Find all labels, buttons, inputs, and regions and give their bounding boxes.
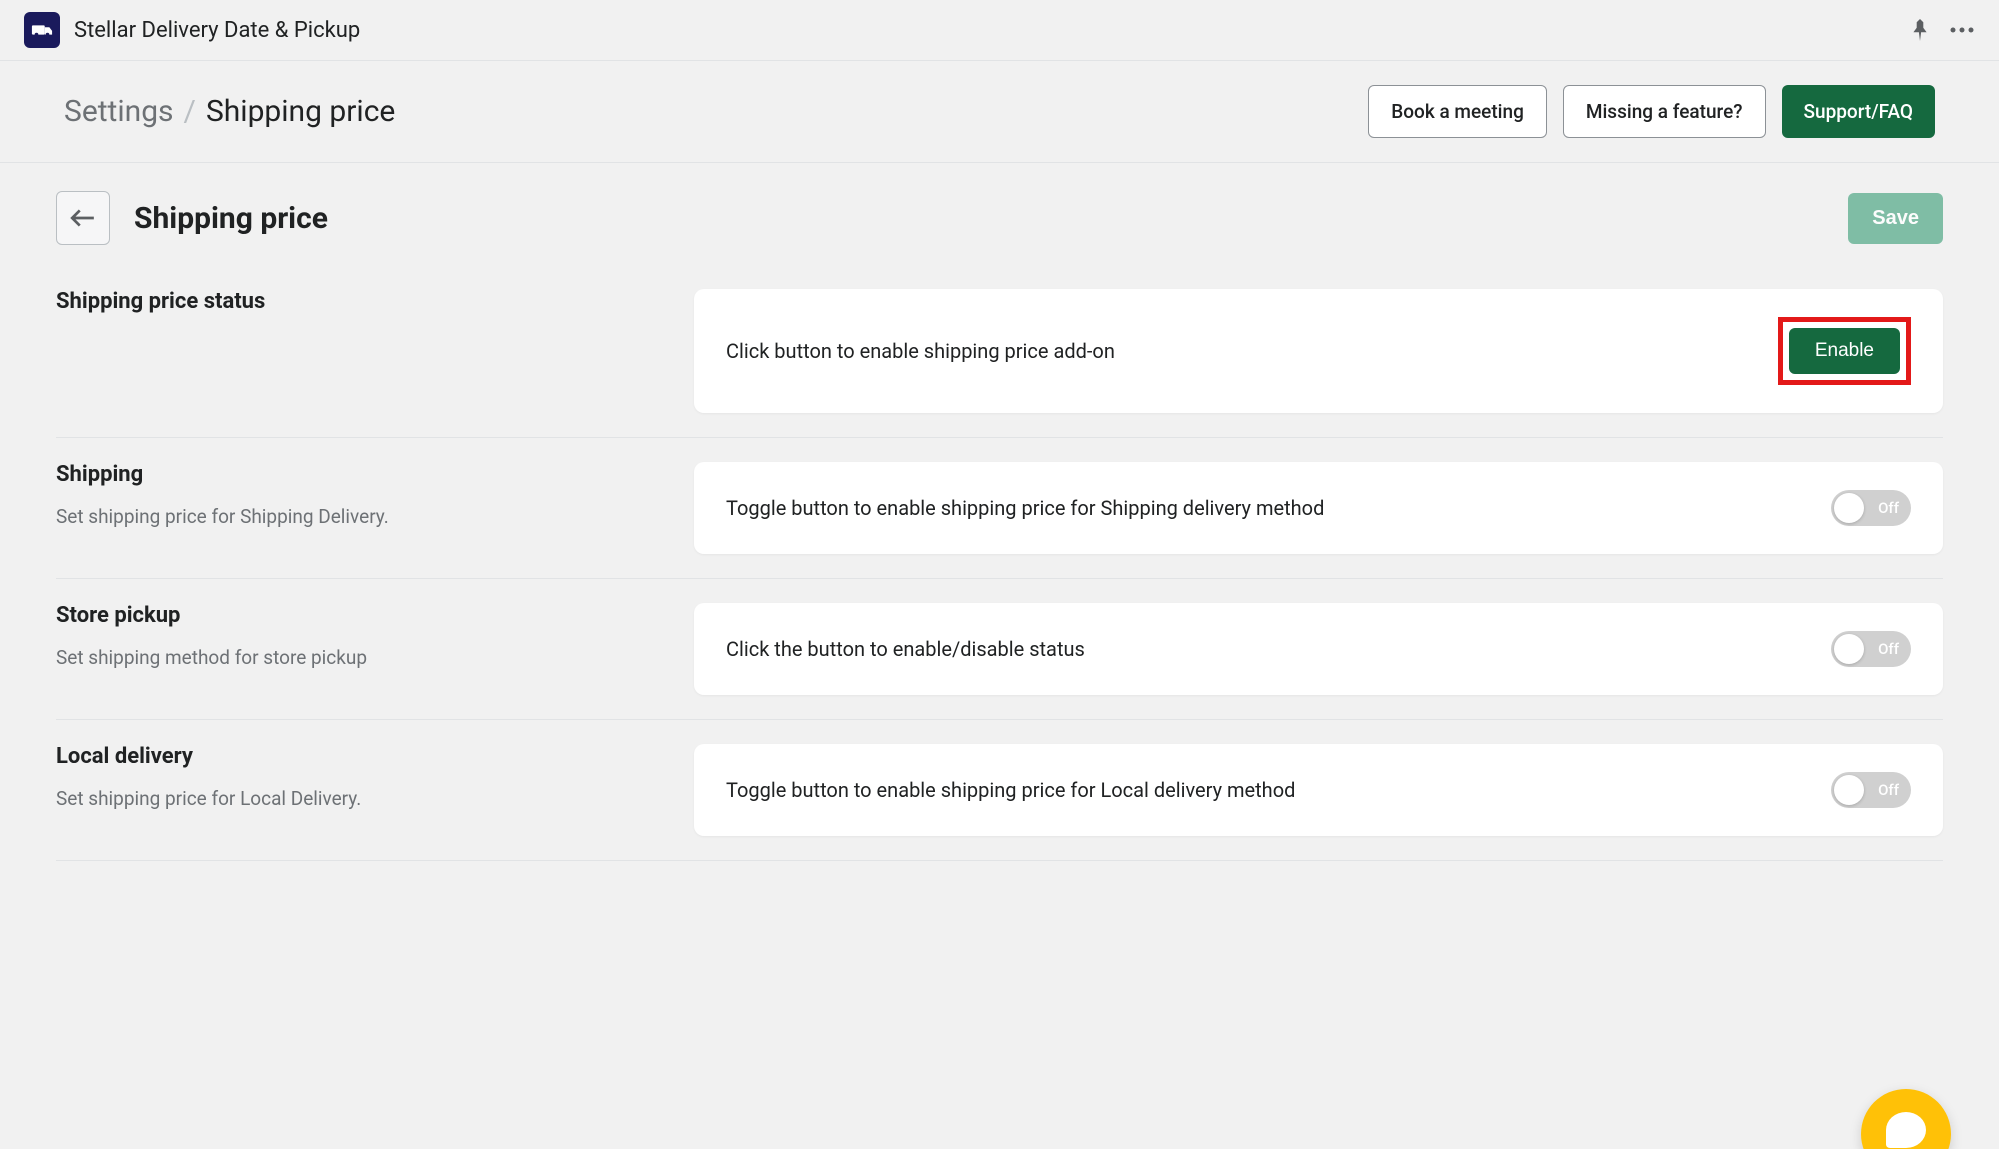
header-bar: Settings / Shipping price Book a meeting…: [0, 61, 1999, 163]
breadcrumb: Settings / Shipping price: [64, 94, 395, 129]
page-header-left: Shipping price: [56, 191, 328, 245]
section-right: Click button to enable shipping price ad…: [694, 289, 1943, 413]
pin-icon[interactable]: [1911, 19, 1929, 41]
page-title: Shipping price: [134, 201, 328, 236]
section-title: Shipping: [56, 462, 646, 487]
toggle-knob: [1834, 775, 1864, 805]
chat-icon: [1886, 1112, 1926, 1148]
support-faq-button[interactable]: Support/FAQ: [1782, 85, 1936, 138]
section-left: Shipping Set shipping price for Shipping…: [56, 462, 646, 554]
section-shipping-price-status: Shipping price status Click button to en…: [56, 281, 1943, 438]
page-header: Shipping price Save: [0, 163, 1999, 261]
section-left: Local delivery Set shipping price for Lo…: [56, 744, 646, 836]
section-description: Set shipping method for store pickup: [56, 646, 646, 669]
toggle-label: Off: [1878, 499, 1899, 517]
shipping-toggle[interactable]: Off: [1831, 490, 1911, 526]
section-right: Click the button to enable/disable statu…: [694, 603, 1943, 695]
card-text: Click the button to enable/disable statu…: [726, 637, 1085, 661]
back-button[interactable]: [56, 191, 110, 245]
app-identity: Stellar Delivery Date & Pickup: [24, 12, 360, 48]
enable-highlight-box: Enable: [1778, 317, 1911, 385]
section-right: Toggle button to enable shipping price f…: [694, 744, 1943, 836]
section-title: Local delivery: [56, 744, 646, 769]
store-pickup-card: Click the button to enable/disable statu…: [694, 603, 1943, 695]
shipping-card: Toggle button to enable shipping price f…: [694, 462, 1943, 554]
chat-widget-button[interactable]: [1861, 1089, 1951, 1149]
save-button[interactable]: Save: [1848, 193, 1943, 244]
section-shipping: Shipping Set shipping price for Shipping…: [56, 438, 1943, 579]
toggle-knob: [1834, 493, 1864, 523]
header-actions: Book a meeting Missing a feature? Suppor…: [1368, 85, 1935, 138]
section-left: Shipping price status: [56, 289, 646, 413]
card-text: Toggle button to enable shipping price f…: [726, 496, 1324, 520]
section-left: Store pickup Set shipping method for sto…: [56, 603, 646, 695]
app-logo-icon: [24, 12, 60, 48]
section-title: Store pickup: [56, 603, 646, 628]
section-local-delivery: Local delivery Set shipping price for Lo…: [56, 720, 1943, 861]
missing-feature-button[interactable]: Missing a feature?: [1563, 85, 1766, 138]
breadcrumb-separator: /: [184, 94, 196, 129]
toggle-label: Off: [1878, 640, 1899, 658]
more-options-icon[interactable]: [1949, 27, 1975, 33]
store-pickup-toggle[interactable]: Off: [1831, 631, 1911, 667]
card-text: Click button to enable shipping price ad…: [726, 339, 1115, 363]
section-description: Set shipping price for Local Delivery.: [56, 787, 646, 810]
card-text: Toggle button to enable shipping price f…: [726, 778, 1295, 802]
local-delivery-card: Toggle button to enable shipping price f…: [694, 744, 1943, 836]
app-title: Stellar Delivery Date & Pickup: [74, 18, 360, 43]
top-bar: Stellar Delivery Date & Pickup: [0, 0, 1999, 61]
breadcrumb-current: Shipping price: [206, 94, 395, 129]
breadcrumb-parent[interactable]: Settings: [64, 94, 174, 129]
toggle-label: Off: [1878, 781, 1899, 799]
status-card: Click button to enable shipping price ad…: [694, 289, 1943, 413]
section-right: Toggle button to enable shipping price f…: [694, 462, 1943, 554]
local-delivery-toggle[interactable]: Off: [1831, 772, 1911, 808]
content-area: Shipping price status Click button to en…: [0, 261, 1999, 881]
book-meeting-button[interactable]: Book a meeting: [1368, 85, 1547, 138]
top-bar-actions: [1911, 19, 1975, 41]
toggle-knob: [1834, 634, 1864, 664]
section-title: Shipping price status: [56, 289, 646, 314]
section-store-pickup: Store pickup Set shipping method for sto…: [56, 579, 1943, 720]
section-description: Set shipping price for Shipping Delivery…: [56, 505, 646, 528]
enable-button[interactable]: Enable: [1789, 328, 1900, 374]
